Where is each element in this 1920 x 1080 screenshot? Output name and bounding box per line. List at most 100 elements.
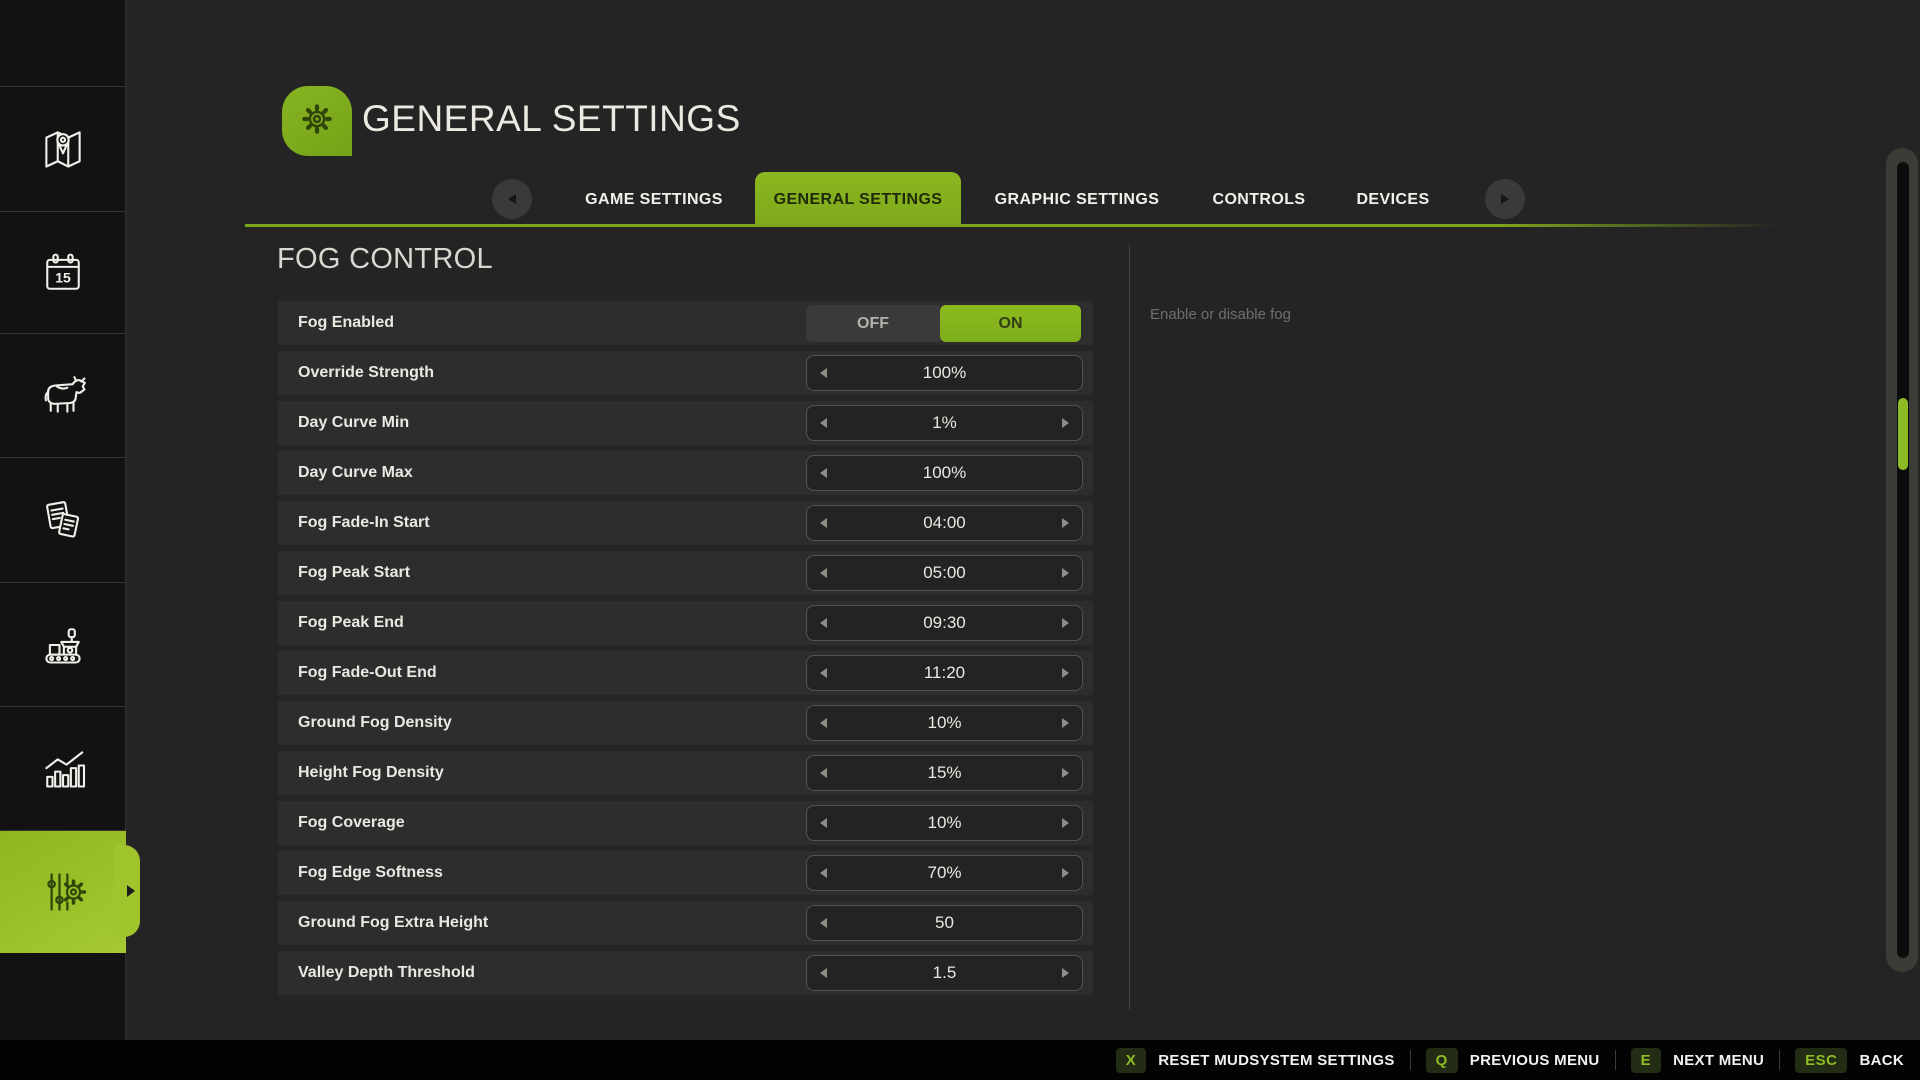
- value-spinner[interactable]: 70%: [806, 855, 1083, 891]
- value-spinner[interactable]: 50: [806, 905, 1083, 941]
- fog-enabled-off-button[interactable]: OFF: [806, 305, 940, 342]
- setting-value: 1%: [807, 406, 1082, 440]
- sidebar-item-production[interactable]: [0, 582, 126, 706]
- tabs-next-button[interactable]: [1485, 179, 1525, 219]
- setting-row: Fog Fade-Out End 11:20: [278, 651, 1093, 695]
- shortcut-esc[interactable]: ESC BACK: [1795, 1048, 1904, 1073]
- value-spinner[interactable]: 11:20: [806, 655, 1083, 691]
- cow-icon: [35, 368, 91, 424]
- sidebar-item-animals[interactable]: [0, 333, 126, 457]
- setting-value: 100%: [807, 456, 1082, 490]
- map-icon: [35, 121, 91, 177]
- tab-bar-underline: [245, 224, 1778, 227]
- value-spinner[interactable]: 04:00: [806, 505, 1083, 541]
- increase-arrow-icon[interactable]: [1062, 668, 1069, 678]
- value-spinner[interactable]: 100%: [806, 455, 1083, 491]
- statistics-icon: [35, 741, 91, 797]
- setting-row: Day Curve Max 100%: [278, 451, 1093, 495]
- setting-label: Day Curve Min: [298, 401, 409, 445]
- setting-value: 05:00: [807, 556, 1082, 590]
- setting-row: Height Fog Density 15%: [278, 751, 1093, 795]
- setting-label: Ground Fog Density: [298, 701, 452, 745]
- sidebar-item-contracts[interactable]: [0, 457, 126, 582]
- setting-value: 09:30: [807, 606, 1082, 640]
- setting-value: 04:00: [807, 506, 1082, 540]
- value-spinner[interactable]: 05:00: [806, 555, 1083, 591]
- value-spinner[interactable]: 15%: [806, 755, 1083, 791]
- sidebar-item-mod-settings[interactable]: [0, 830, 126, 953]
- chevron-left-icon: [508, 194, 516, 204]
- mod-settings-icon: [35, 864, 91, 920]
- shortcut-label: PREVIOUS MENU: [1470, 1052, 1600, 1069]
- increase-arrow-icon[interactable]: [1062, 418, 1069, 428]
- panel-divider: [1129, 245, 1130, 1010]
- increase-arrow-icon[interactable]: [1062, 768, 1069, 778]
- tab-devices[interactable]: DEVICES: [1303, 189, 1483, 211]
- setting-value: 50: [807, 906, 1082, 940]
- footer-bar: X RESET MUDSYSTEM SETTINGS Q PREVIOUS ME…: [0, 1040, 1920, 1080]
- increase-arrow-icon[interactable]: [1062, 518, 1069, 528]
- shortcut-q[interactable]: Q PREVIOUS MENU: [1426, 1048, 1600, 1073]
- scrollbar-thumb[interactable]: [1898, 398, 1908, 470]
- calendar-icon: 15: [35, 245, 91, 301]
- calendar-day-label: 15: [55, 269, 71, 285]
- sidebar-item-calendar[interactable]: 15: [0, 211, 126, 333]
- value-spinner[interactable]: 100%: [806, 355, 1083, 391]
- setting-value: 1.5: [807, 956, 1082, 990]
- shortcut-x[interactable]: X RESET MUDSYSTEM SETTINGS: [1116, 1048, 1395, 1073]
- increase-arrow-icon[interactable]: [1062, 568, 1069, 578]
- increase-arrow-icon[interactable]: [1062, 718, 1069, 728]
- chevron-right-icon: [1501, 194, 1509, 204]
- section-title: FOG CONTROL: [277, 243, 493, 276]
- setting-label: Fog Fade-Out End: [298, 651, 437, 695]
- increase-arrow-icon[interactable]: [1062, 618, 1069, 628]
- sidebar-item-statistics[interactable]: [0, 706, 126, 830]
- value-spinner[interactable]: 10%: [806, 805, 1083, 841]
- setting-row: Fog Peak End 09:30: [278, 601, 1093, 645]
- value-spinner[interactable]: 09:30: [806, 605, 1083, 641]
- setting-value: 10%: [807, 706, 1082, 740]
- shortcut-label: NEXT MENU: [1673, 1052, 1764, 1069]
- setting-label: Valley Depth Threshold: [298, 951, 475, 995]
- shortcut-e[interactable]: E NEXT MENU: [1631, 1048, 1765, 1073]
- setting-value: 15%: [807, 756, 1082, 790]
- tab-graphic-settings[interactable]: GRAPHIC SETTINGS: [987, 189, 1167, 211]
- setting-row: Ground Fog Density 10%: [278, 701, 1093, 745]
- key-badge: Q: [1426, 1048, 1458, 1073]
- shortcut-label: BACK: [1859, 1052, 1904, 1069]
- help-text: Enable or disable fog: [1150, 306, 1291, 323]
- value-spinner[interactable]: 1%: [806, 405, 1083, 441]
- footer-separator: [1779, 1050, 1780, 1070]
- setting-row: Day Curve Min 1%: [278, 401, 1093, 445]
- tab-general-settings[interactable]: GENERAL SETTINGS: [755, 172, 961, 227]
- shortcut-label: RESET MUDSYSTEM SETTINGS: [1158, 1052, 1394, 1069]
- increase-arrow-icon[interactable]: [1062, 968, 1069, 978]
- setting-row: Fog Coverage 10%: [278, 801, 1093, 845]
- setting-value: 70%: [807, 856, 1082, 890]
- setting-row: Valley Depth Threshold 1.5: [278, 951, 1093, 995]
- setting-row: Ground Fog Extra Height 50: [278, 901, 1093, 945]
- settings-rows: Fog Enabled OFF ON Override Strength 100…: [278, 301, 1093, 1001]
- tabs-prev-button[interactable]: [492, 179, 532, 219]
- setting-label: Fog Edge Softness: [298, 851, 443, 895]
- setting-row-fog-enabled: Fog Enabled OFF ON: [278, 301, 1093, 345]
- increase-arrow-icon[interactable]: [1062, 868, 1069, 878]
- tab-game-settings[interactable]: GAME SETTINGS: [564, 189, 744, 211]
- value-spinner[interactable]: 1.5: [806, 955, 1083, 991]
- value-spinner[interactable]: 10%: [806, 705, 1083, 741]
- contracts-icon: [35, 492, 91, 548]
- key-badge: E: [1631, 1048, 1662, 1073]
- setting-row: Fog Edge Softness 70%: [278, 851, 1093, 895]
- setting-row: Fog Fade-In Start 04:00: [278, 501, 1093, 545]
- setting-row: Override Strength 100%: [278, 351, 1093, 395]
- tab-bar: GAME SETTINGS GENERAL SETTINGS GRAPHIC SET…: [0, 172, 1920, 227]
- setting-label: Fog Peak Start: [298, 551, 410, 595]
- fog-enabled-on-button[interactable]: ON: [940, 305, 1081, 342]
- setting-value: 10%: [807, 806, 1082, 840]
- setting-label: Fog Fade-In Start: [298, 501, 430, 545]
- increase-arrow-icon[interactable]: [1062, 818, 1069, 828]
- gear-icon: [290, 92, 344, 151]
- setting-label: Fog Enabled: [298, 301, 394, 345]
- scrollbar-track[interactable]: [1897, 162, 1909, 958]
- setting-label: Override Strength: [298, 351, 434, 395]
